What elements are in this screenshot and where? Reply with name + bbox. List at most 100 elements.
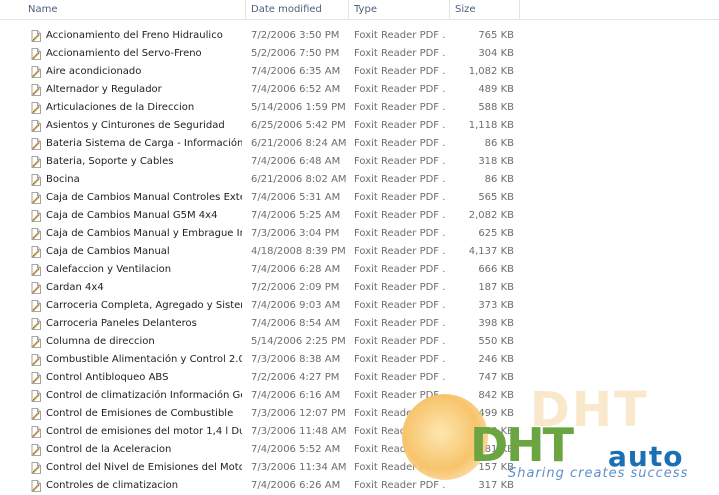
file-date-modified: 7/2/2006 4:27 PM bbox=[251, 372, 340, 383]
file-row[interactable]: Carroceria Paneles Delanteros 7/4/2006 8:… bbox=[0, 315, 719, 333]
file-row[interactable]: Control Antibloqueo ABS 7/2/2006 4:27 PM F… bbox=[0, 369, 719, 387]
column-header-date-modified[interactable]: Date modified bbox=[246, 0, 349, 19]
file-name: Alternador y Regulador bbox=[46, 84, 162, 95]
file-row[interactable]: Caja de Cambios Manual Controles Exter..… bbox=[0, 189, 719, 207]
file-name: Asientos y Cinturones de Seguridad bbox=[46, 120, 225, 131]
file-row[interactable]: Calefaccion y Ventilacion 7/4/2006 6:28 A… bbox=[0, 261, 719, 279]
file-size: 489 KB bbox=[478, 84, 514, 95]
file-type: Foxit Reader PDF ... bbox=[354, 282, 446, 293]
column-header-size[interactable]: Size bbox=[450, 0, 520, 19]
file-date-modified: 7/4/2006 6:16 AM bbox=[251, 390, 341, 401]
column-header-bar: Name Date modified Type Size bbox=[0, 0, 719, 20]
pdf-file-icon bbox=[30, 30, 42, 42]
file-row[interactable]: Aire acondicionado 7/4/2006 6:35 AM Foxit … bbox=[0, 63, 719, 81]
file-type: Foxit Reader PDF ... bbox=[354, 426, 446, 437]
pdf-file-icon bbox=[30, 228, 42, 240]
file-name: Columna de direccion bbox=[46, 336, 155, 347]
file-type: Foxit Reader PDF ... bbox=[354, 336, 446, 347]
file-date-modified: 7/4/2006 8:54 AM bbox=[251, 318, 341, 329]
pdf-file-icon bbox=[30, 462, 42, 474]
file-name: Control de la Aceleracion bbox=[46, 444, 172, 455]
file-date-modified: 6/21/2006 8:24 AM bbox=[251, 138, 347, 149]
file-size: 765 KB bbox=[478, 30, 514, 41]
file-type: Foxit Reader PDF ... bbox=[354, 444, 446, 455]
file-size: 565 KB bbox=[478, 192, 514, 203]
file-name: Caja de Cambios Manual bbox=[46, 246, 170, 257]
pdf-file-icon bbox=[30, 444, 42, 456]
pdf-file-icon bbox=[30, 120, 42, 132]
file-row[interactable]: Combustible Alimentación y Control 2.0..… bbox=[0, 351, 719, 369]
file-row[interactable]: Caja de Cambios Manual 4/18/2008 8:39 PM F… bbox=[0, 243, 719, 261]
file-row[interactable]: Control del Nivel de Emisiones del Motor… bbox=[0, 459, 719, 477]
file-row[interactable]: Bocina 6/21/2006 8:02 AM Foxit Reader PDF … bbox=[0, 171, 719, 189]
file-type: Foxit Reader PDF ... bbox=[354, 480, 446, 491]
file-date-modified: 5/2/2006 7:50 PM bbox=[251, 48, 340, 59]
pdf-file-icon bbox=[30, 66, 42, 78]
pdf-file-icon bbox=[30, 102, 42, 114]
file-row[interactable]: Asientos y Cinturones de Seguridad 6/25/2… bbox=[0, 117, 719, 135]
file-name: Control Antibloqueo ABS bbox=[46, 372, 169, 383]
file-date-modified: 7/4/2006 9:03 AM bbox=[251, 300, 341, 311]
file-row[interactable]: Control de climatización Información Ge.… bbox=[0, 387, 719, 405]
file-date-modified: 7/3/2006 12:07 PM bbox=[251, 408, 346, 419]
file-row[interactable]: Bateria Sistema de Carga - Información G… bbox=[0, 135, 719, 153]
file-date-modified: 6/21/2006 8:02 AM bbox=[251, 174, 347, 185]
file-size: 1,082 KB bbox=[468, 66, 514, 77]
pdf-file-icon bbox=[30, 390, 42, 402]
file-row[interactable]: Accionamiento del Freno Hidraulico 7/2/20… bbox=[0, 27, 719, 45]
file-date-modified: 7/4/2006 6:52 AM bbox=[251, 84, 341, 95]
file-row[interactable]: Control de la Aceleracion 7/4/2006 5:52 A… bbox=[0, 441, 719, 459]
file-date-modified: 5/14/2006 1:59 PM bbox=[251, 102, 346, 113]
pdf-file-icon bbox=[30, 174, 42, 186]
file-name: Caja de Cambios Manual Controles Exter..… bbox=[46, 192, 242, 203]
file-size: 550 KB bbox=[478, 336, 514, 347]
file-size: 318 KB bbox=[478, 156, 514, 167]
file-date-modified: 7/3/2006 11:48 AM bbox=[251, 426, 347, 437]
file-size: 625 KB bbox=[478, 228, 514, 239]
file-name: Aire acondicionado bbox=[46, 66, 142, 77]
file-row[interactable]: Control de Emisiones de Combustible 7/3/2… bbox=[0, 405, 719, 423]
file-size: 842 KB bbox=[478, 390, 514, 401]
file-type: Foxit Reader PDF ... bbox=[354, 192, 446, 203]
file-row[interactable]: Columna de direccion 5/14/2006 2:25 PM Fox… bbox=[0, 333, 719, 351]
pdf-file-icon bbox=[30, 264, 42, 276]
file-type: Foxit Reader PDF ... bbox=[354, 156, 446, 167]
file-size: 398 KB bbox=[478, 318, 514, 329]
pdf-file-icon bbox=[30, 336, 42, 348]
file-size: 2,082 KB bbox=[468, 210, 514, 221]
file-date-modified: 7/4/2006 5:31 AM bbox=[251, 192, 341, 203]
file-size: 317 KB bbox=[478, 480, 514, 491]
file-type: Foxit Reader PDF ... bbox=[354, 408, 446, 419]
file-size: 86 KB bbox=[484, 174, 514, 185]
pdf-file-icon bbox=[30, 480, 42, 492]
pdf-file-icon bbox=[30, 192, 42, 204]
file-row[interactable]: Caja de Cambios Manual G5M 4x4 7/4/2006 5… bbox=[0, 207, 719, 225]
file-name: Articulaciones de la Direccion bbox=[46, 102, 195, 113]
file-row[interactable]: Bateria, Soporte y Cables 7/4/2006 6:48 A… bbox=[0, 153, 719, 171]
file-name: Control de climatización Información Ge.… bbox=[46, 390, 242, 401]
file-type: Foxit Reader PDF ... bbox=[354, 30, 446, 41]
file-row[interactable]: Accionamiento del Servo-Freno 5/2/2006 7:… bbox=[0, 45, 719, 63]
file-type: Foxit Reader PDF ... bbox=[354, 318, 446, 329]
file-list: Accionamiento del Freno Hidraulico 7/2/20… bbox=[0, 27, 719, 495]
column-header-type[interactable]: Type bbox=[349, 0, 450, 19]
file-size: 246 KB bbox=[478, 354, 514, 365]
file-row[interactable]: Control de emisiones del motor 1,4 l Dur… bbox=[0, 423, 719, 441]
file-row[interactable]: Controles de climatizacion 7/4/2006 6:26 … bbox=[0, 477, 719, 495]
column-header-name[interactable]: Name bbox=[23, 0, 246, 19]
file-name: Caja de Cambios Manual y Embrague Inf... bbox=[46, 228, 242, 239]
file-date-modified: 7/4/2006 6:26 AM bbox=[251, 480, 341, 491]
file-date-modified: 7/2/2006 2:09 PM bbox=[251, 282, 340, 293]
file-row[interactable]: Alternador y Regulador 7/4/2006 6:52 AM Fo… bbox=[0, 81, 719, 99]
file-name: Control del Nivel de Emisiones del Motor… bbox=[46, 462, 242, 473]
file-name: Accionamiento del Freno Hidraulico bbox=[46, 30, 223, 41]
file-row[interactable]: Carroceria Completa, Agregado y Sistem..… bbox=[0, 297, 719, 315]
pdf-file-icon bbox=[30, 138, 42, 150]
file-type: Foxit Reader PDF ... bbox=[354, 48, 446, 59]
file-name: Controles de climatizacion bbox=[46, 480, 179, 491]
file-row[interactable]: Caja de Cambios Manual y Embrague Inf...… bbox=[0, 225, 719, 243]
file-row[interactable]: Cardan 4x4 7/2/2006 2:09 PM Foxit Reader P… bbox=[0, 279, 719, 297]
file-date-modified: 5/14/2006 2:25 PM bbox=[251, 336, 346, 347]
file-row[interactable]: Articulaciones de la Direccion 5/14/2006 … bbox=[0, 99, 719, 117]
pdf-file-icon bbox=[30, 318, 42, 330]
